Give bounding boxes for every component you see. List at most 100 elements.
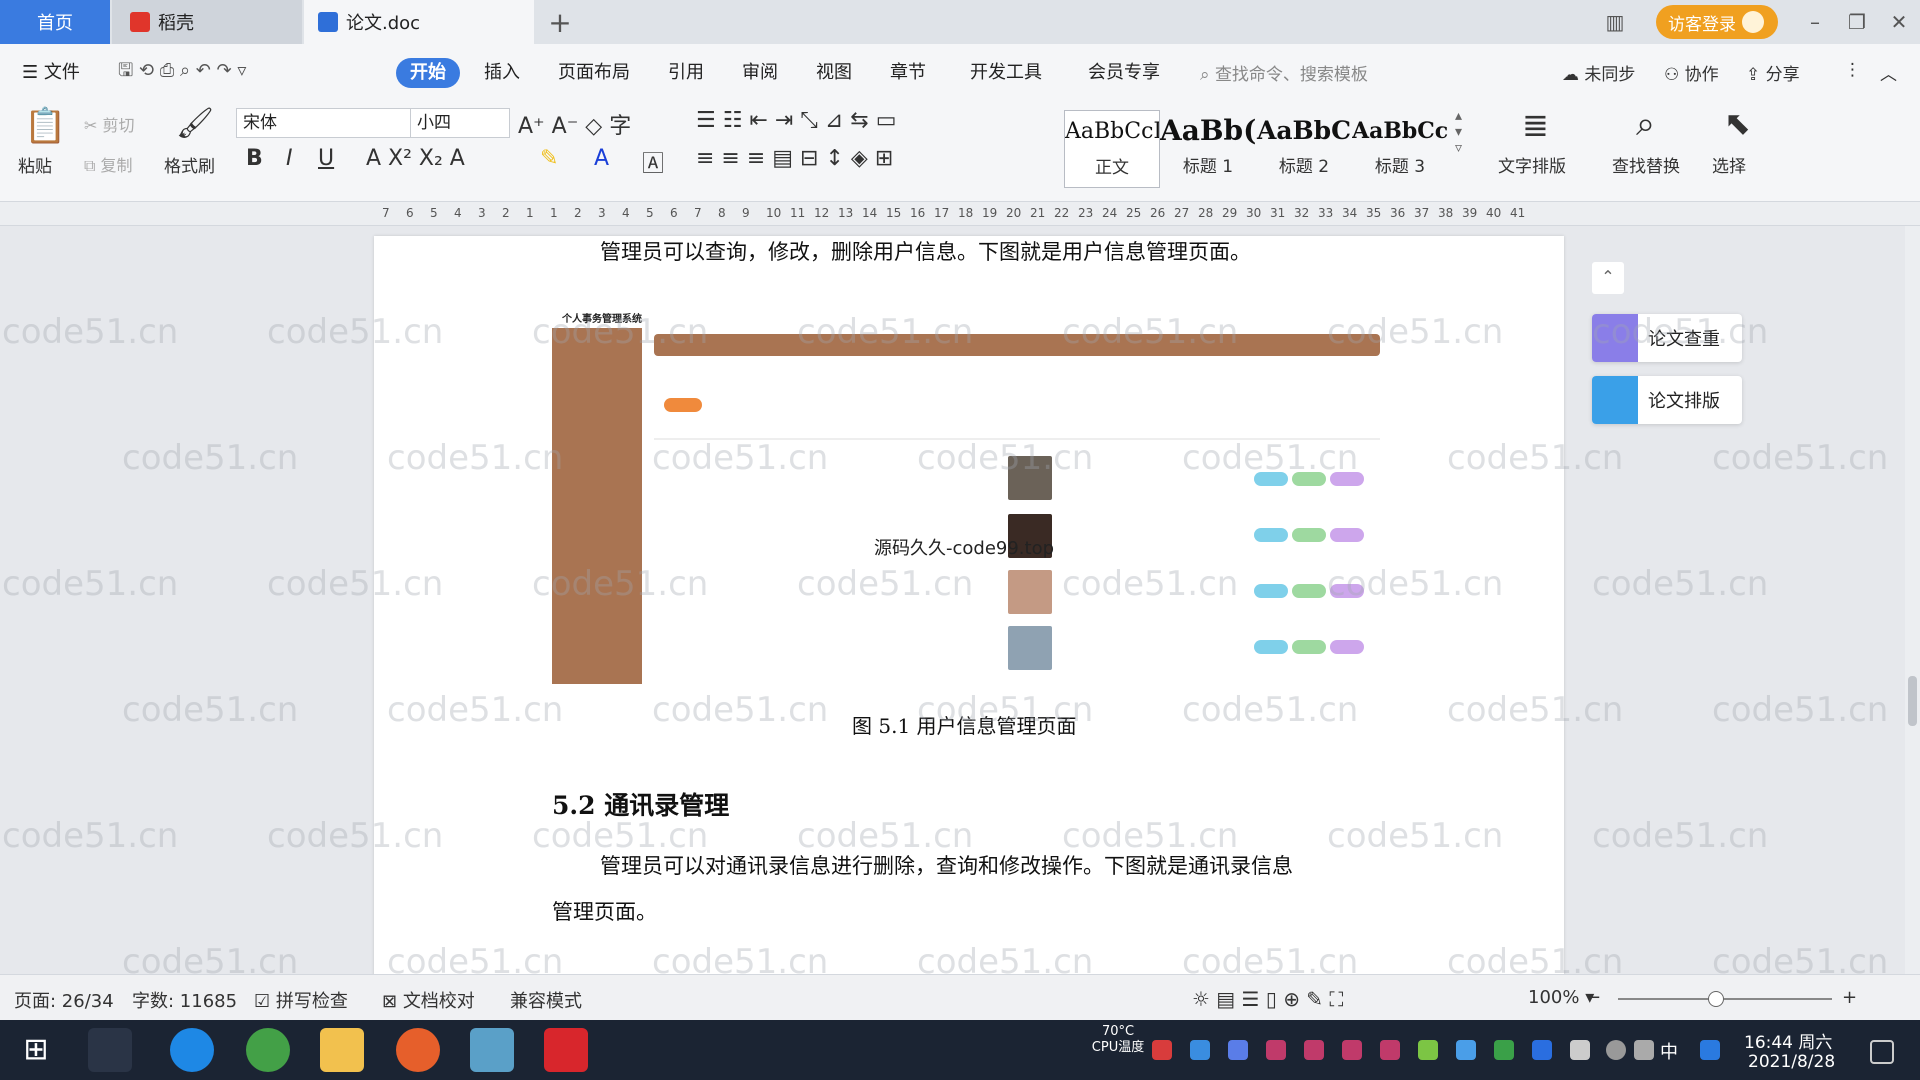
zoom-out-icon[interactable]: − — [1586, 987, 1601, 1008]
collaborate-button[interactable]: ⚇ 协作 — [1664, 60, 1719, 85]
menu-start[interactable]: 开始 — [396, 58, 460, 88]
share-button[interactable]: ⇪ 分享 — [1746, 60, 1800, 85]
paragraph-align-icons[interactable]: ≡ ≡ ≡ ▤ ⊟ ↕ ◈ ⊞ — [696, 146, 893, 171]
text-layout-button[interactable]: 文字排版 — [1498, 152, 1566, 177]
file-menu[interactable]: ☰ 文件 — [22, 58, 80, 84]
style-normal[interactable]: AaBbCcI 正文 — [1064, 110, 1160, 188]
close-icon[interactable]: ✕ — [1884, 8, 1914, 36]
format-painter-icon[interactable]: 🖌 — [176, 106, 214, 141]
qq-icon[interactable] — [1700, 1040, 1720, 1060]
tray-icon[interactable] — [1418, 1040, 1438, 1060]
font-color-icon[interactable]: A — [594, 146, 609, 171]
pinwheel-app-icon[interactable] — [88, 1028, 132, 1072]
tray-icon[interactable] — [1152, 1040, 1172, 1060]
zoom-in-icon[interactable]: + — [1842, 987, 1857, 1008]
command-search[interactable]: ⌕ 查找命令、搜索模板 — [1200, 60, 1368, 85]
paste-icon[interactable]: 📋 — [24, 106, 66, 146]
app-icon[interactable] — [396, 1028, 440, 1072]
collapse-ribbon-icon[interactable]: ︿ — [1880, 60, 1897, 85]
text-layout-icon[interactable]: ≣ — [1522, 106, 1549, 144]
select-button[interactable]: 选择 — [1712, 152, 1746, 177]
file-explorer-icon[interactable] — [320, 1028, 364, 1072]
tab-home[interactable]: 首页 — [0, 0, 110, 44]
bluetooth-icon[interactable] — [1532, 1040, 1552, 1060]
notification-icon[interactable] — [1870, 1040, 1894, 1064]
tab-document[interactable]: 论文.doc — [304, 0, 534, 44]
menu-references[interactable]: 引用 — [668, 58, 704, 84]
new-tab-button[interactable]: + — [540, 0, 580, 44]
tray-icon[interactable] — [1456, 1040, 1476, 1060]
ruler[interactable]: 7 6 5 4 3 2 1 1 2 3 4 5 6 7 8 9 10 11 12 13 14 15 16 17 18 19 20 21… — [0, 202, 1920, 226]
menu-page-layout[interactable]: 页面布局 — [558, 58, 630, 84]
tray-icon[interactable] — [1190, 1040, 1210, 1060]
restore-icon[interactable]: ❐ — [1842, 8, 1872, 36]
underline-icon[interactable]: U — [318, 146, 334, 171]
menu-chapter[interactable]: 章节 — [890, 58, 926, 84]
word-count[interactable]: 字数: 11685 — [132, 987, 237, 1013]
volume-icon[interactable] — [1634, 1040, 1654, 1060]
font-name-select[interactable]: 宋体 — [236, 108, 412, 138]
windows-start-icon[interactable]: ⊞ — [14, 1028, 58, 1072]
font-grow-icon[interactable]: A⁺ A⁻ ◇ 字 — [518, 108, 631, 140]
ruler-tick-label: 4 — [454, 206, 462, 220]
highlight-icon[interactable]: ✎ — [540, 146, 558, 171]
vertical-scrollbar[interactable] — [1905, 226, 1920, 974]
style-scroll-icon[interactable]: ▴ ▾ ▿ — [1455, 108, 1462, 156]
strike-super-sub-icons[interactable]: A X² X₂ A — [366, 146, 465, 171]
copy-button[interactable]: ⧉ 复制 — [84, 152, 133, 176]
char-border-icon[interactable]: 🄰 — [642, 146, 664, 178]
select-cursor-icon[interactable]: ⬉ — [1724, 104, 1751, 142]
find-replace-icon[interactable]: ⌕ — [1636, 104, 1655, 144]
minimize-icon[interactable]: – — [1800, 8, 1830, 36]
menu-member[interactable]: 会员专享 — [1088, 58, 1160, 84]
style-heading-1[interactable]: AaBb( 标题 1 — [1160, 110, 1256, 188]
tray-icon[interactable] — [1304, 1040, 1324, 1060]
style-heading-2[interactable]: AaBbC 标题 2 — [1256, 110, 1352, 188]
clock-date[interactable]: 2021/8/28 — [1748, 1052, 1835, 1072]
ime-indicator[interactable]: 中 — [1660, 1038, 1678, 1064]
sync-status[interactable]: ☁ 未同步 — [1562, 60, 1635, 85]
bold-icon[interactable]: B — [246, 146, 263, 171]
menu-review[interactable]: 审阅 — [742, 58, 778, 84]
scrollbar-thumb[interactable] — [1908, 676, 1917, 726]
quick-access-icons[interactable]: 🖫 ⟲ ⎙ ⌕ ↶ ↷ ▿ — [118, 58, 246, 88]
paste-button[interactable]: 粘贴 — [18, 152, 52, 177]
menu-insert[interactable]: 插入 — [484, 58, 520, 84]
italic-icon[interactable]: I — [286, 146, 293, 171]
document-area[interactable]: 管理员可以查询，修改，删除用户信息。下图就是用户信息管理页面。 个人事务管理系统… — [0, 226, 1905, 974]
find-replace-button[interactable]: 查找替换 — [1612, 152, 1680, 177]
tray-icon[interactable] — [1342, 1040, 1362, 1060]
clock-time[interactable]: 16:44 周六 — [1744, 1028, 1832, 1053]
zoom-slider[interactable] — [1618, 998, 1832, 1000]
watermark-text: code51.cn — [797, 816, 974, 856]
format-painter-button[interactable]: 格式刷 — [164, 152, 215, 177]
nvidia-icon[interactable] — [1494, 1040, 1514, 1060]
wps-icon[interactable] — [544, 1028, 588, 1072]
wifi-icon[interactable] — [1606, 1040, 1626, 1060]
doc-proof-button[interactable]: ⊠ 文档校对 — [382, 987, 475, 1013]
ie-browser-icon[interactable] — [170, 1028, 214, 1072]
tray-icon[interactable] — [1380, 1040, 1400, 1060]
notes-app-icon[interactable] — [470, 1028, 514, 1072]
browser-icon[interactable] — [246, 1028, 290, 1072]
visitor-login-button[interactable]: 访客登录 — [1656, 5, 1778, 39]
cut-button[interactable]: ✂ 剪切 — [84, 112, 135, 136]
zoom-level[interactable]: 100% ▾ — [1528, 987, 1594, 1008]
style-heading-3[interactable]: AaBbCcl 标题 3 — [1352, 110, 1448, 188]
layout-icon[interactable]: ▥ — [1600, 8, 1630, 36]
tray-icon[interactable] — [1266, 1040, 1286, 1060]
view-mode-icons[interactable]: ☼ ▤ ☰ ▯ ⊕ ✎ ⛶ — [1192, 987, 1343, 1011]
spell-check-button[interactable]: ☑ 拼写检查 — [254, 987, 348, 1013]
list-indent-icons[interactable]: ☰ ☷ ⇤ ⇥ ⤡ ⊿ ⇆ ▭ — [696, 108, 897, 133]
page-indicator[interactable]: 页面: 26/34 — [14, 987, 114, 1013]
ruler-tick-label: 18 — [958, 206, 974, 220]
shield-icon[interactable] — [1228, 1040, 1248, 1060]
watermark-text: code51.cn — [532, 564, 709, 604]
font-size-select[interactable]: 小四 — [410, 108, 510, 138]
more-icon[interactable]: ⋮ — [1844, 60, 1861, 80]
menu-view[interactable]: 视图 — [816, 58, 852, 84]
menu-dev-tools[interactable]: 开发工具 — [970, 58, 1042, 84]
zoom-slider-handle[interactable] — [1708, 991, 1724, 1007]
tab-daoke[interactable]: 稻壳 — [112, 0, 302, 44]
battery-icon[interactable] — [1570, 1040, 1590, 1060]
